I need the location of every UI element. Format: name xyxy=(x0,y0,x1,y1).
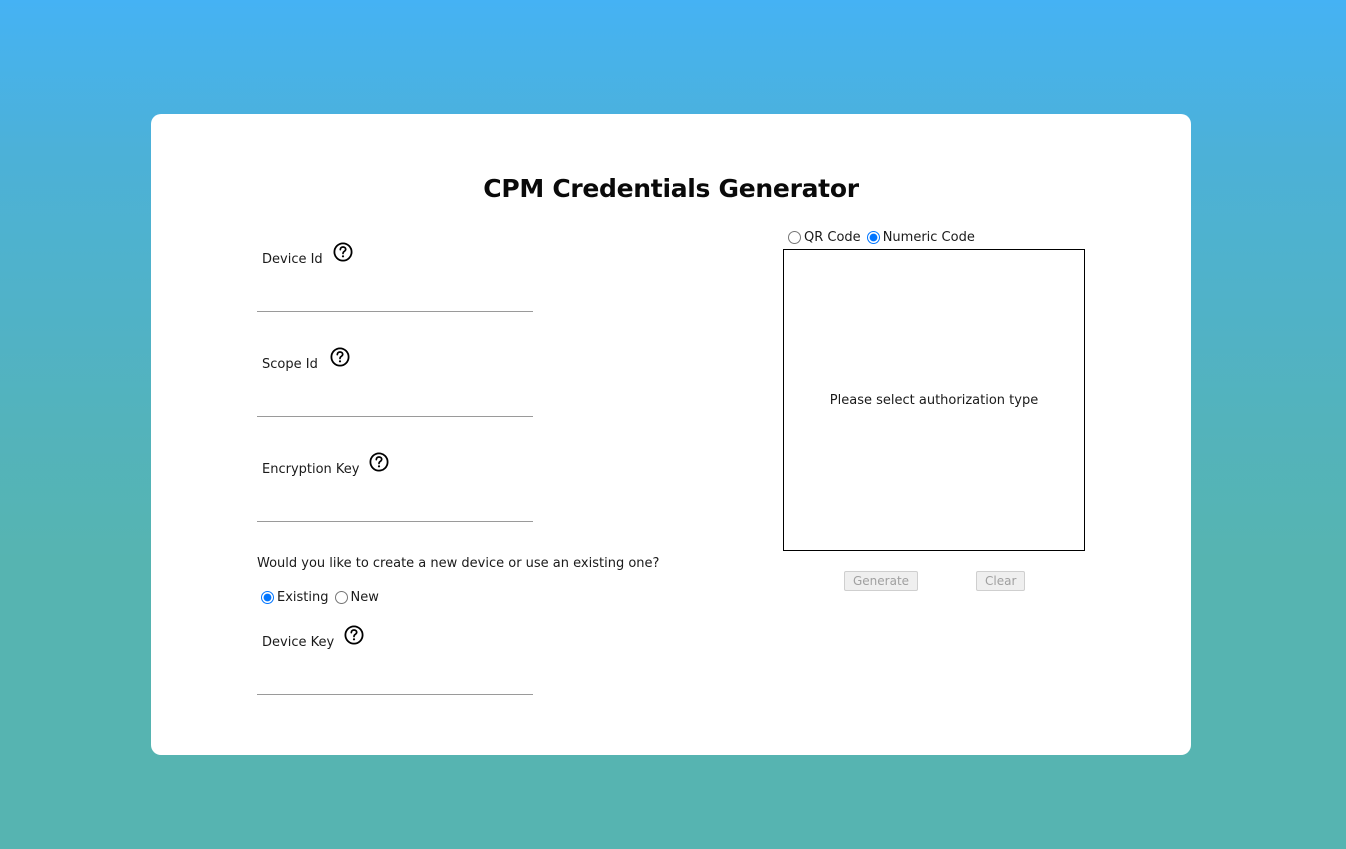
qr-code-option[interactable]: QR Code xyxy=(784,230,861,245)
preview-placeholder-text: Please select authorization type xyxy=(829,392,1039,408)
numeric-code-option-label: Numeric Code xyxy=(882,230,975,245)
existing-option-label: Existing xyxy=(277,590,329,605)
device-choice-radio-group: Existing New xyxy=(257,590,381,605)
credential-preview-box: Please select authorization type xyxy=(783,249,1085,551)
clear-button[interactable]: Clear xyxy=(976,571,1026,591)
device-id-input[interactable] xyxy=(257,285,533,312)
new-radio[interactable] xyxy=(334,591,348,604)
device-id-help-icon[interactable] xyxy=(333,242,353,262)
device-key-help-icon[interactable] xyxy=(344,625,364,645)
credentials-card: CPM Credentials Generator Device Id Scop… xyxy=(151,114,1191,755)
scope-id-help-icon[interactable] xyxy=(330,347,350,367)
device-id-label: Device Id xyxy=(262,252,323,267)
encryption-key-help-icon[interactable] xyxy=(369,452,389,472)
encryption-key-input[interactable] xyxy=(257,495,533,522)
qr-code-option-label: QR Code xyxy=(804,230,861,245)
existing-radio[interactable] xyxy=(261,591,274,604)
new-option[interactable]: New xyxy=(331,590,379,605)
device-key-input[interactable] xyxy=(257,668,533,695)
device-choice-question: Would you like to create a new device or… xyxy=(257,556,660,571)
page-title: CPM Credentials Generator xyxy=(483,174,859,203)
scope-id-input[interactable] xyxy=(257,390,533,417)
numeric-code-radio[interactable] xyxy=(866,231,880,244)
numeric-code-option[interactable]: Numeric Code xyxy=(863,230,975,245)
new-option-label: New xyxy=(350,590,379,605)
device-key-label: Device Key xyxy=(262,635,335,650)
encryption-key-label: Encryption Key xyxy=(262,462,360,477)
existing-option[interactable]: Existing xyxy=(257,590,329,605)
auth-type-radio-group: QR Code Numeric Code xyxy=(784,230,977,245)
qr-code-radio[interactable] xyxy=(788,231,801,244)
scope-id-label: Scope Id xyxy=(262,357,318,372)
generate-button[interactable]: Generate xyxy=(844,571,919,591)
